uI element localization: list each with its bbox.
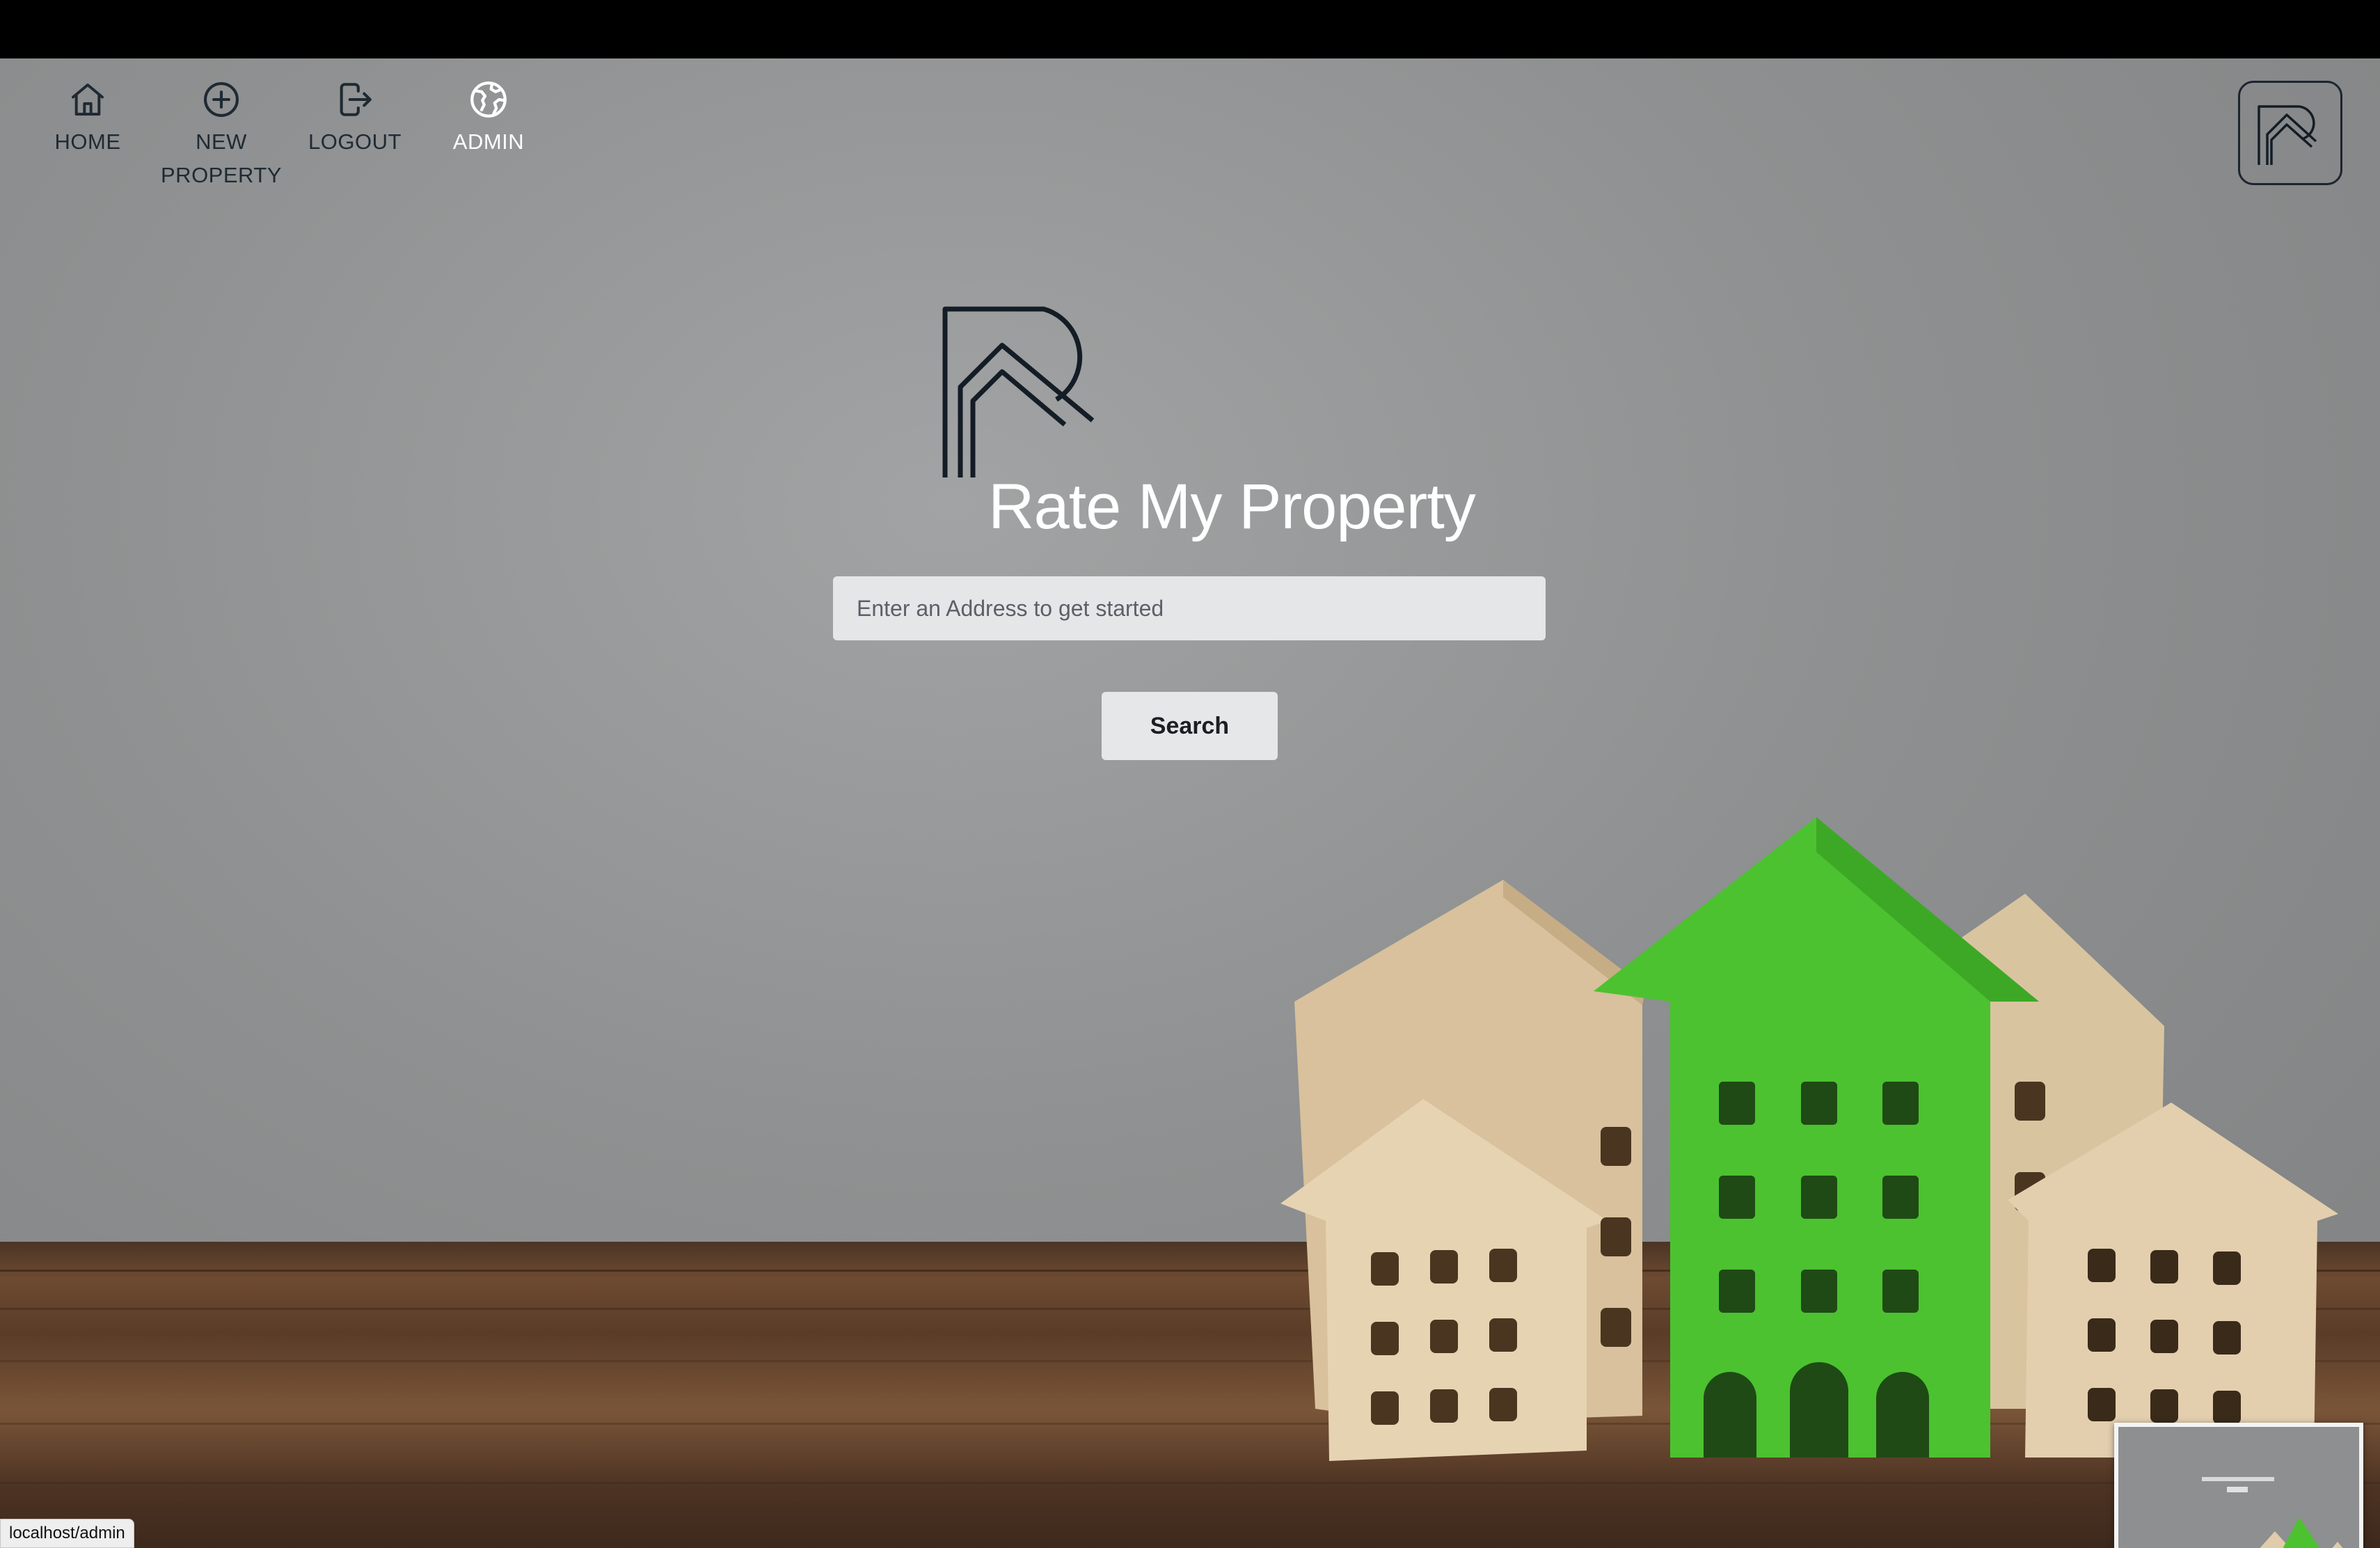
main-nav: HOME NEW PROPERTY LOGOUT ADMIN [21,78,555,192]
home-icon [66,78,109,121]
rmp-logo-icon [2258,105,2317,165]
wooden-houses-image [1280,817,2338,1461]
nav-item-label: LOGOUT [308,129,402,154]
window-top-bar [0,0,2380,58]
thumbnail-preview [2118,1427,2359,1548]
status-bar-url: localhost/admin [0,1519,134,1548]
corner-logo-button[interactable] [2238,81,2342,185]
screenshot-thumbnail[interactable] [2114,1423,2363,1548]
nav-item-label: NEW PROPERTY [161,129,282,187]
brand-block: Rate My Property [939,303,1476,554]
address-search-input[interactable] [833,576,1546,640]
rmp-logo-icon [942,306,1095,477]
nav-item-logout[interactable]: LOGOUT [288,78,422,192]
nav-item-label: ADMIN [452,129,525,154]
nav-item-label: HOME [54,129,121,154]
globe-icon [467,78,510,121]
brand-name: Rate My Property [988,471,1476,542]
plus-circle-icon [200,78,243,121]
nav-item-admin[interactable]: ADMIN [422,78,555,192]
page-background: HOME NEW PROPERTY LOGOUT ADMIN Rate My P… [0,58,2380,1548]
nav-item-home[interactable]: HOME [21,78,154,192]
search-button[interactable]: Search [1102,692,1278,760]
logout-icon [333,78,376,121]
nav-item-new-property[interactable]: NEW PROPERTY [154,78,288,192]
